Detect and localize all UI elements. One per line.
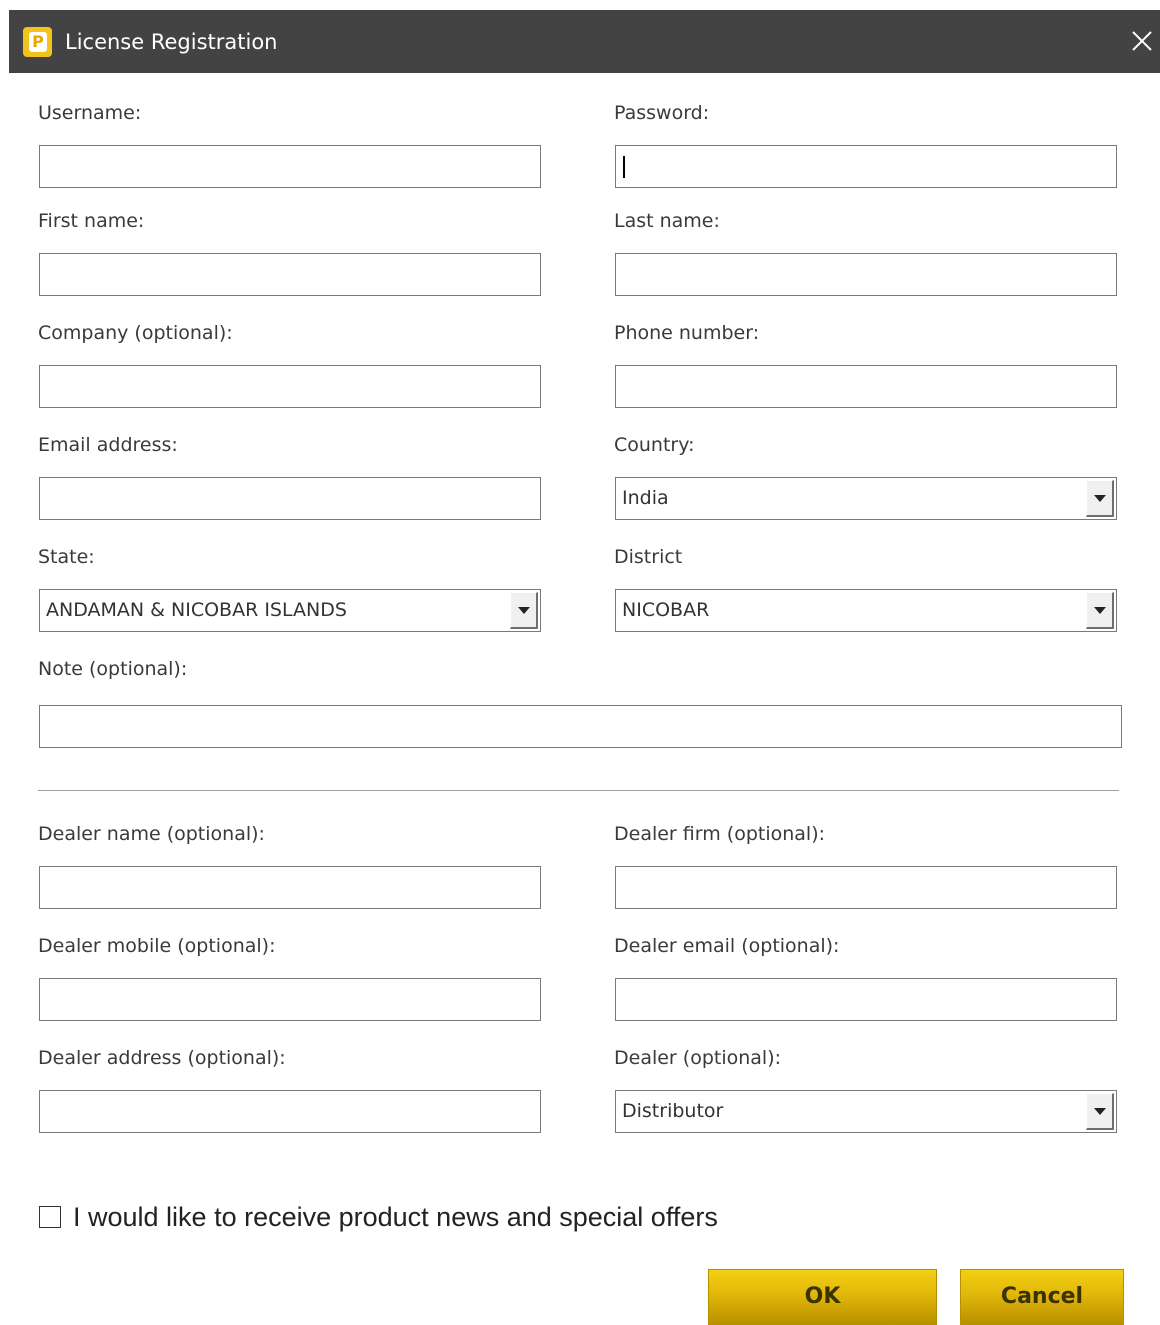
email-label: Email address: (38, 434, 178, 456)
phone-input[interactable] (616, 366, 1116, 407)
state-select[interactable]: ANDAMAN & NICOBAR ISLANDS (39, 589, 541, 632)
country-select[interactable]: India (615, 477, 1117, 520)
password-label: Password: (614, 102, 710, 124)
dealer-type-select[interactable]: Distributor (615, 1090, 1117, 1133)
first-name-label: First name: (38, 210, 145, 232)
newsletter-checkbox[interactable] (39, 1206, 61, 1228)
district-select[interactable]: NICOBAR (615, 589, 1117, 632)
dealer-email-input[interactable] (616, 979, 1116, 1020)
dealer-mobile-label: Dealer mobile (optional): (38, 935, 276, 957)
password-field[interactable] (615, 145, 1117, 188)
dealer-address-field[interactable] (39, 1090, 541, 1133)
dealer-mobile-input[interactable] (40, 979, 540, 1020)
state-selected-value: ANDAMAN & NICOBAR ISLANDS (46, 599, 347, 621)
text-cursor (623, 156, 625, 178)
note-input[interactable] (40, 706, 1121, 747)
email-field[interactable] (39, 477, 541, 520)
password-input[interactable] (616, 146, 1116, 187)
close-icon[interactable] (1129, 28, 1155, 54)
dealer-firm-field[interactable] (615, 866, 1117, 909)
newsletter-label[interactable]: I would like to receive product news and… (73, 1201, 718, 1233)
dealer-firm-input[interactable] (616, 867, 1116, 908)
country-selected-value: India (622, 487, 669, 509)
ok-button[interactable]: OK (708, 1269, 937, 1325)
dealer-name-label: Dealer name (optional): (38, 823, 265, 845)
license-registration-dialog: P License Registration Username: Passwor… (9, 10, 1160, 1325)
last-name-input[interactable] (616, 254, 1116, 295)
dealer-type-selected-value: Distributor (622, 1100, 724, 1122)
chevron-down-icon[interactable] (510, 592, 538, 629)
district-selected-value: NICOBAR (622, 599, 710, 621)
dealer-firm-label: Dealer firm (optional): (614, 823, 826, 845)
chevron-down-icon[interactable] (1086, 592, 1114, 629)
first-name-field[interactable] (39, 253, 541, 296)
username-input[interactable] (40, 146, 540, 187)
first-name-input[interactable] (40, 254, 540, 295)
phone-label: Phone number: (614, 322, 760, 344)
app-logo-icon: P (23, 27, 52, 57)
dealer-name-field[interactable] (39, 866, 541, 909)
app-logo-letter: P (29, 32, 47, 52)
username-label: Username: (38, 102, 142, 124)
company-field[interactable] (39, 365, 541, 408)
last-name-label: Last name: (614, 210, 720, 232)
username-field[interactable] (39, 145, 541, 188)
phone-field[interactable] (615, 365, 1117, 408)
dealer-email-field[interactable] (615, 978, 1117, 1021)
chevron-down-icon[interactable] (1086, 1093, 1114, 1130)
dealer-mobile-field[interactable] (39, 978, 541, 1021)
note-label: Note (optional): (38, 658, 188, 680)
window-title: License Registration (65, 30, 278, 54)
title-bar: P License Registration (9, 10, 1160, 73)
company-label: Company (optional): (38, 322, 233, 344)
country-label: Country: (614, 434, 695, 456)
district-label: District (614, 546, 683, 568)
last-name-field[interactable] (615, 253, 1117, 296)
email-input[interactable] (40, 478, 540, 519)
cancel-button[interactable]: Cancel (960, 1269, 1124, 1325)
dealer-address-input[interactable] (40, 1091, 540, 1132)
note-field[interactable] (39, 705, 1122, 748)
dealer-email-label: Dealer email (optional): (614, 935, 840, 957)
dealer-address-label: Dealer address (optional): (38, 1047, 286, 1069)
state-label: State: (38, 546, 95, 568)
dealer-type-label: Dealer (optional): (614, 1047, 782, 1069)
chevron-down-icon[interactable] (1086, 480, 1114, 517)
dealer-name-input[interactable] (40, 867, 540, 908)
section-divider (38, 790, 1119, 791)
company-input[interactable] (40, 366, 540, 407)
